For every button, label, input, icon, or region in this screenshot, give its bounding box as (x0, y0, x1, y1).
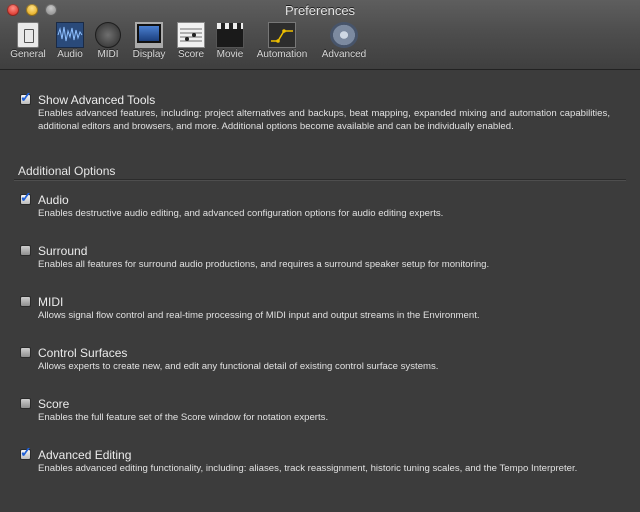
checkmark-icon: ✓ (20, 89, 32, 105)
option-description: Enables the full feature set of the Scor… (38, 412, 329, 423)
option-midi: MIDI Allows signal flow control and real… (20, 295, 610, 323)
movie-icon (216, 22, 244, 48)
general-icon (17, 22, 39, 48)
window-title: Preferences (284, 3, 356, 18)
toolbar-score[interactable]: Score (172, 22, 210, 60)
option-title: Show Advanced Tools (38, 93, 156, 107)
surround-checkbox[interactable] (20, 245, 31, 256)
option-title: Control Surfaces (38, 346, 128, 360)
option-score: Score Enables the full feature set of th… (20, 397, 610, 425)
option-description: Enables advanced editing functionality, … (38, 463, 578, 474)
midi-checkbox[interactable] (20, 296, 31, 307)
toolbar-automation[interactable]: Automation (252, 22, 312, 60)
option-description: Enables destructive audio editing, and a… (38, 208, 444, 219)
option-title: Audio (38, 193, 69, 207)
section-divider (14, 179, 626, 181)
option-title: MIDI (38, 295, 64, 309)
advanced-gear-icon (330, 22, 358, 48)
option-title: Surround (38, 244, 88, 258)
checkmark-icon: ✓ (20, 444, 32, 460)
show-advanced-tools-checkbox[interactable]: ✓ (20, 90, 32, 105)
option-audio: ✓ Audio Enables destructive audio editin… (20, 190, 610, 221)
toolbar-general[interactable]: General (8, 22, 48, 60)
audio-checkbox[interactable]: ✓ (20, 190, 32, 205)
option-surround: Surround Enables all features for surrou… (20, 244, 610, 272)
toolbar-audio[interactable]: Audio (52, 22, 88, 60)
toolbar-movie[interactable]: Movie (212, 22, 248, 60)
option-title: Score (38, 397, 70, 411)
display-icon (135, 22, 163, 48)
score-icon (177, 22, 205, 48)
automation-icon (268, 22, 296, 48)
score-checkbox[interactable] (20, 398, 31, 409)
section-title: Additional Options (18, 164, 116, 178)
preferences-window: Preferences General Audio MIDI Display S… (0, 0, 640, 512)
option-description: Allows signal flow control and real-time… (38, 310, 480, 321)
option-title: Advanced Editing (38, 448, 132, 462)
option-control-surfaces: Control Surfaces Allows experts to creat… (20, 346, 610, 374)
audio-icon (56, 22, 84, 48)
option-description: Enables all features for surround audio … (38, 259, 490, 270)
option-description: Allows experts to create new, and edit a… (38, 361, 439, 372)
toolbar-advanced[interactable]: Advanced (318, 22, 370, 60)
toolbar-midi[interactable]: MIDI (92, 22, 124, 60)
midi-icon (95, 22, 121, 48)
title-bar: Preferences General Audio MIDI Display S… (0, 0, 640, 70)
advanced-pane: ✓ Show Advanced Tools Enables advanced f… (0, 70, 640, 512)
control-surfaces-checkbox[interactable] (20, 347, 31, 358)
toolbar-display[interactable]: Display (128, 22, 170, 60)
checkmark-icon: ✓ (20, 189, 32, 205)
option-description: Enables advanced features, including: pr… (38, 108, 610, 132)
show-advanced-tools-option: ✓ Show Advanced Tools Enables advanced f… (20, 90, 610, 149)
option-advanced-editing: ✓ Advanced Editing Enables advanced edit… (20, 445, 610, 490)
advanced-editing-checkbox[interactable]: ✓ (20, 445, 32, 460)
